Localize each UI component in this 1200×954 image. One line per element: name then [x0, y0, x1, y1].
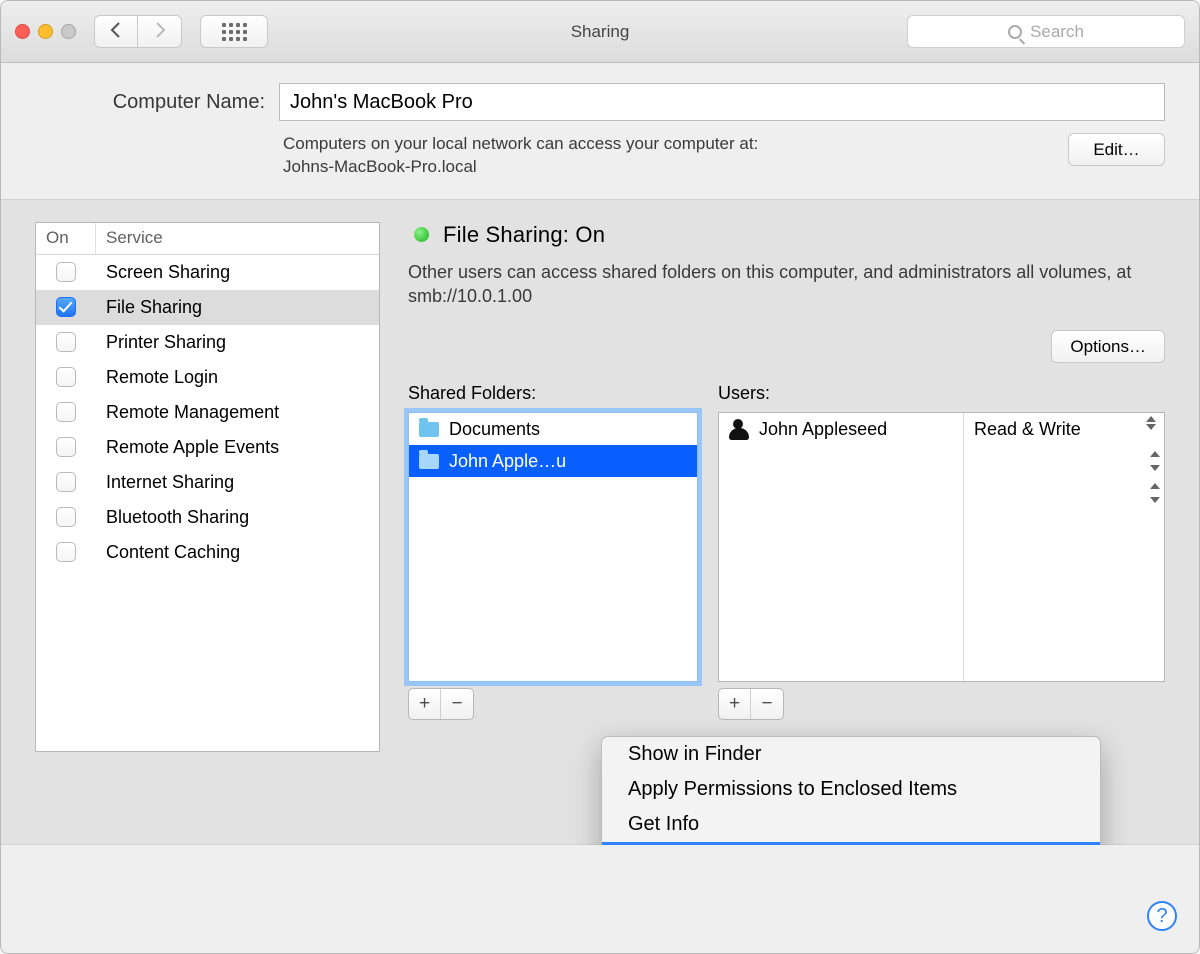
service-label: Bluetooth Sharing	[96, 507, 249, 528]
computer-name-description: Computers on your local network can acce…	[283, 133, 758, 179]
users-label: Users:	[718, 383, 1165, 404]
service-checkbox[interactable]	[56, 297, 76, 317]
folder-icon	[419, 422, 439, 437]
users-list[interactable]: John Appleseed Read & Write	[718, 412, 1165, 682]
titlebar: Sharing Search	[1, 1, 1199, 63]
chevron-down-icon[interactable]	[1150, 497, 1160, 503]
back-button[interactable]	[94, 15, 138, 48]
users-add-remove: + −	[718, 688, 784, 720]
service-row[interactable]: Bluetooth Sharing	[36, 500, 379, 535]
service-label: Remote Apple Events	[96, 437, 279, 458]
folder-name: John Apple…u	[449, 451, 566, 472]
col-header-service[interactable]: Service	[96, 223, 173, 254]
shared-folders-list[interactable]: Documents John Apple…u	[408, 412, 698, 682]
permissions-scroll	[1150, 451, 1160, 503]
computer-name-label: Computer Name:	[35, 91, 265, 114]
chevron-left-icon	[110, 22, 122, 41]
service-checkbox[interactable]	[56, 332, 76, 352]
permission-stepper[interactable]	[1142, 416, 1160, 430]
service-row[interactable]: Screen Sharing	[36, 255, 379, 290]
nav-buttons	[94, 15, 182, 48]
shared-folder-item[interactable]: Documents	[409, 413, 697, 445]
folders-add-remove: + −	[408, 688, 474, 720]
status-row: File Sharing: On	[408, 222, 1165, 248]
status-title: File Sharing: On	[443, 222, 605, 248]
search-placeholder: Search	[1030, 22, 1084, 42]
sharing-main: On Service Screen Sharing File Sharing Pri…	[1, 200, 1199, 845]
status-indicator-icon	[414, 227, 429, 242]
chevron-right-icon	[154, 22, 166, 41]
service-label: Remote Management	[96, 402, 279, 423]
service-checkbox[interactable]	[56, 472, 76, 492]
permission-value: Read & Write	[974, 419, 1081, 440]
user-icon	[729, 419, 749, 439]
service-label: Printer Sharing	[96, 332, 226, 353]
service-row[interactable]: Printer Sharing	[36, 325, 379, 360]
service-label: Internet Sharing	[96, 472, 234, 493]
show-all-button[interactable]	[200, 15, 268, 48]
service-label: Content Caching	[96, 542, 240, 563]
shared-folder-item[interactable]: John Apple…u	[409, 445, 697, 477]
service-checkbox[interactable]	[56, 402, 76, 422]
context-menu-item[interactable]: Get Info	[602, 807, 1100, 842]
remove-user-button[interactable]: −	[751, 689, 783, 719]
folder-icon	[419, 454, 439, 469]
options-button[interactable]: Options…	[1051, 330, 1165, 363]
service-row[interactable]: Content Caching	[36, 535, 379, 570]
service-row[interactable]: Internet Sharing	[36, 465, 379, 500]
service-checkbox[interactable]	[56, 367, 76, 387]
grid-icon	[222, 23, 247, 41]
permission-cell[interactable]: Read & Write	[964, 413, 1164, 445]
service-checkbox[interactable]	[56, 437, 76, 457]
user-row[interactable]: John Appleseed	[719, 413, 963, 445]
service-checkbox[interactable]	[56, 507, 76, 527]
computer-name-section: Computer Name: Computers on your local n…	[1, 63, 1199, 200]
add-folder-button[interactable]: +	[409, 689, 441, 719]
close-icon[interactable]	[15, 24, 30, 39]
status-description: Other users can access shared folders on…	[408, 260, 1165, 309]
zoom-icon[interactable]	[61, 24, 76, 39]
service-row[interactable]: File Sharing	[36, 290, 379, 325]
context-menu-item[interactable]: Show in Finder	[602, 737, 1100, 772]
service-label: Screen Sharing	[96, 262, 230, 283]
chevron-down-icon[interactable]	[1150, 465, 1160, 471]
chevron-up-icon	[1146, 416, 1156, 422]
chevron-up-icon[interactable]	[1150, 483, 1160, 489]
add-user-button[interactable]: +	[719, 689, 751, 719]
folder-name: Documents	[449, 419, 540, 440]
service-label: File Sharing	[96, 297, 202, 318]
chevron-down-icon	[1146, 424, 1156, 430]
service-checkbox[interactable]	[56, 262, 76, 282]
chevron-up-icon[interactable]	[1150, 451, 1160, 457]
service-label: Remote Login	[96, 367, 218, 388]
services-table: On Service Screen Sharing File Sharing Pri…	[35, 222, 380, 752]
service-row[interactable]: Remote Login	[36, 360, 379, 395]
shared-folders-label: Shared Folders:	[408, 383, 698, 404]
service-row[interactable]: Remote Management	[36, 395, 379, 430]
forward-button[interactable]	[138, 15, 182, 48]
sharing-preferences-window: Sharing Search Computer Name: Computers …	[0, 0, 1200, 954]
minimize-icon[interactable]	[38, 24, 53, 39]
help-button[interactable]: ?	[1147, 901, 1177, 931]
user-name: John Appleseed	[759, 419, 887, 440]
edit-button[interactable]: Edit…	[1068, 133, 1165, 166]
service-row[interactable]: Remote Apple Events	[36, 430, 379, 465]
service-checkbox[interactable]	[56, 542, 76, 562]
search-icon	[1008, 25, 1022, 39]
window-footer: ?	[1, 845, 1199, 953]
remove-folder-button[interactable]: −	[441, 689, 473, 719]
search-input[interactable]: Search	[907, 15, 1185, 48]
context-menu-item[interactable]: Apply Permissions to Enclosed Items	[602, 772, 1100, 807]
col-header-on[interactable]: On	[36, 223, 96, 254]
services-header: On Service	[36, 223, 379, 255]
computer-name-field[interactable]	[279, 83, 1165, 121]
traffic-lights	[15, 24, 76, 39]
